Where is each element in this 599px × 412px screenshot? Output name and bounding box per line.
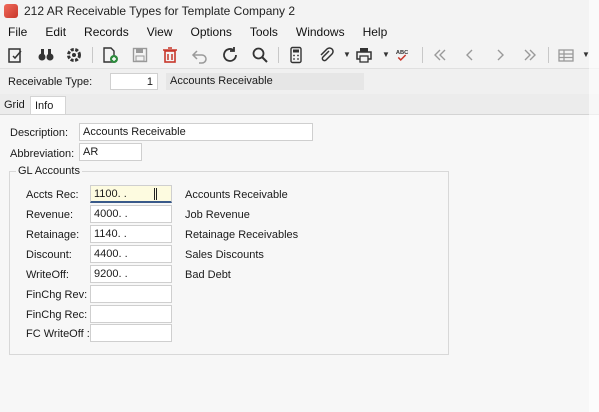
spellcheck-text: ABC (396, 50, 408, 56)
tab-info[interactable]: Info (30, 96, 66, 114)
refresh-icon[interactable] (220, 45, 240, 65)
discount-description: Sales Discounts (185, 249, 264, 261)
calculator-icon[interactable] (286, 45, 306, 65)
finchg-rec-label: FinChg Rec: (26, 309, 88, 321)
menu-records[interactable]: Records (84, 25, 129, 39)
title-bar: 212 AR Receivable Types for Template Com… (0, 0, 599, 22)
description-label: Description: (10, 127, 69, 139)
print-icon[interactable] (354, 45, 374, 65)
finchg-rev-field[interactable] (90, 285, 172, 303)
finchg-rev-label: FinChg Rev: (26, 289, 88, 301)
writeoff-field[interactable]: 9200. . (90, 265, 172, 283)
next-record-icon[interactable] (490, 45, 510, 65)
discount-field[interactable]: 4400. . (90, 245, 172, 263)
receivable-type-label: Receivable Type: (8, 76, 93, 88)
add-document-icon[interactable] (100, 45, 120, 65)
description-field[interactable]: Accounts Receivable (79, 123, 313, 141)
info-panel: Description: Accounts Receivable Abbrevi… (0, 114, 599, 412)
last-record-icon[interactable] (520, 45, 540, 65)
accts-rec-field[interactable]: 1100. . (90, 185, 172, 203)
accts-rec-description: Accounts Receivable (185, 189, 288, 201)
receivable-type-description: Accounts Receivable (166, 73, 364, 90)
save-icon[interactable] (130, 45, 150, 65)
toolbar: ▼ ▼ ABC ▼ (0, 41, 599, 69)
tab-grid[interactable]: Grid (0, 96, 26, 114)
first-record-icon[interactable] (430, 45, 450, 65)
menu-options[interactable]: Options (191, 25, 232, 39)
previous-record-icon[interactable] (460, 45, 480, 65)
toolbar-separator (422, 47, 423, 63)
grid-view-icon[interactable] (556, 45, 576, 65)
header-row: Receivable Type: 1 Accounts Receivable (0, 69, 599, 94)
retainage-label: Retainage: (26, 229, 80, 241)
retainage-field[interactable]: 1140. . (90, 225, 172, 243)
text-cursor-icon (154, 188, 157, 200)
tab-strip: Grid Info (0, 96, 599, 114)
binoculars-icon[interactable] (36, 45, 56, 65)
gl-accounts-title: GL Accounts (16, 165, 82, 177)
menu-windows[interactable]: Windows (296, 25, 345, 39)
discount-label: Discount: (26, 249, 72, 261)
revenue-label: Revenue: (26, 209, 74, 221)
menu-tools[interactable]: Tools (250, 25, 278, 39)
revenue-field[interactable]: 4000. . (90, 205, 172, 223)
edit-icon[interactable] (6, 45, 26, 65)
spellcheck-icon[interactable]: ABC (394, 45, 414, 65)
window-edge (589, 0, 599, 412)
menu-file[interactable]: File (8, 25, 27, 39)
revenue-description: Job Revenue (185, 209, 250, 221)
app-icon (4, 4, 18, 18)
writeoff-description: Bad Debt (185, 269, 231, 281)
menu-help[interactable]: Help (363, 25, 388, 39)
window-title: 212 AR Receivable Types for Template Com… (24, 4, 296, 18)
abbreviation-field[interactable]: AR (79, 143, 142, 161)
undo-icon[interactable] (190, 45, 210, 65)
attach-dropdown-caret[interactable]: ▼ (343, 50, 351, 59)
toolbar-separator (548, 47, 549, 63)
receivable-type-input[interactable]: 1 (110, 73, 158, 90)
fc-writeoff-label: FC WriteOff : (26, 328, 90, 340)
toolbar-separator (92, 47, 93, 63)
gear-icon[interactable] (64, 45, 84, 65)
accts-rec-label: Accts Rec: (26, 189, 79, 201)
abbreviation-label: Abbreviation: (10, 148, 75, 160)
attach-icon[interactable] (316, 45, 336, 65)
retainage-description: Retainage Receivables (185, 229, 299, 241)
toolbar-separator (278, 47, 279, 63)
menu-bar: File Edit Records View Options Tools Win… (0, 22, 599, 41)
delete-icon[interactable] (160, 45, 180, 65)
menu-view[interactable]: View (147, 25, 173, 39)
finchg-rec-field[interactable] (90, 305, 172, 323)
print-dropdown-caret[interactable]: ▼ (382, 50, 390, 59)
fc-writeoff-field[interactable] (90, 324, 172, 342)
search-icon[interactable] (250, 45, 270, 65)
menu-edit[interactable]: Edit (45, 25, 66, 39)
writeoff-label: WriteOff: (26, 269, 69, 281)
